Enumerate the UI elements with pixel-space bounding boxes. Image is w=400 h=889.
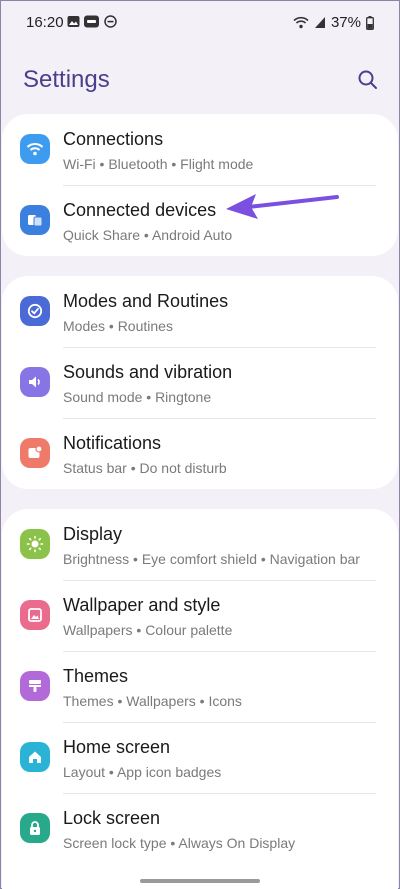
wallpaper-icon-badge [20, 600, 50, 630]
lock-screen-icon-badge [20, 813, 50, 843]
search-icon[interactable] [356, 68, 380, 92]
settings-item-subtitle: Status bar • Do not disturb [63, 460, 227, 476]
brightness-icon [26, 535, 44, 553]
notification-icon [28, 445, 43, 458]
do-not-disturb-icon [104, 15, 117, 28]
settings-item-title: Wallpaper and style [63, 595, 221, 615]
settings-item-subtitle: Brightness • Eye comfort shield • Naviga… [63, 551, 360, 567]
notifications-icon-badge [20, 438, 50, 468]
status-bar: 16:20 37% [0, 0, 400, 44]
settings-item-subtitle: Quick Share • Android Auto [63, 227, 233, 243]
settings-item-title: Modes and Routines [63, 291, 229, 311]
settings-item-title: Home screen [63, 737, 171, 757]
settings-group-modes: Modes and Routines Modes • Routines Soun… [2, 276, 398, 489]
settings-item-title: Sounds and vibration [63, 362, 233, 382]
settings-item-title: Connections [63, 129, 164, 149]
lock-icon [30, 821, 40, 835]
settings-item-subtitle: Screen lock type • Always On Display [63, 835, 296, 851]
page-title: Settings [23, 66, 110, 93]
settings-item-title: Connected devices [63, 200, 217, 220]
settings-item-title: Display [63, 524, 123, 544]
settings-item-themes[interactable]: Themes Themes • Wallpapers • Icons [2, 651, 398, 722]
settings-item-connected-devices[interactable]: Connected devices Quick Share • Android … [2, 185, 398, 256]
home-icon [29, 751, 41, 763]
image-icon [67, 16, 80, 27]
settings-item-subtitle: Sound mode • Ringtone [63, 389, 212, 405]
themes-icon [29, 680, 41, 692]
status-time: 16:20 [26, 14, 64, 31]
settings-item-title: Notifications [63, 433, 162, 453]
home-indicator[interactable] [140, 879, 260, 883]
check-circle-icon [27, 303, 43, 319]
status-right: 37% [293, 14, 374, 31]
display-icon-badge [20, 529, 50, 559]
connected-devices-icon-badge [20, 205, 50, 235]
signal-icon [314, 17, 325, 28]
wifi-icon [26, 143, 44, 156]
settings-item-connections[interactable]: Connections Wi-Fi • Bluetooth • Flight m… [2, 114, 398, 185]
settings-item-title: Lock screen [63, 808, 161, 828]
wallpaper-icon [28, 608, 42, 622]
speaker-icon [29, 376, 40, 388]
settings-item-subtitle: Themes • Wallpapers • Icons [63, 693, 242, 709]
settings-item-title: Themes [63, 666, 129, 686]
pay-icon [84, 15, 99, 28]
settings-item-notifications[interactable]: Notifications Status bar • Do not distur… [2, 418, 398, 489]
sounds-icon-badge [20, 367, 50, 397]
settings-item-subtitle: Layout • App icon badges [63, 764, 222, 780]
settings-group-connectivity: Connections Wi-Fi • Bluetooth • Flight m… [2, 114, 398, 256]
settings-item-display[interactable]: Display Brightness • Eye comfort shield … [2, 509, 398, 580]
settings-item-home-screen[interactable]: Home screen Layout • App icon badges [2, 722, 398, 793]
settings-item-modes-and-routines[interactable]: Modes and Routines Modes • Routines [2, 276, 398, 347]
settings-item-sounds-and-vibration[interactable]: Sounds and vibration Sound mode • Ringto… [2, 347, 398, 418]
settings-group-display: Display Brightness • Eye comfort shield … [2, 509, 398, 889]
modes-icon-badge [20, 296, 50, 326]
settings-item-subtitle: Wallpapers • Colour palette [63, 622, 233, 638]
wifi-icon [293, 16, 309, 29]
themes-icon-badge [20, 671, 50, 701]
connections-icon-badge [20, 134, 50, 164]
settings-item-subtitle: Modes • Routines [63, 318, 173, 334]
devices-icon [28, 215, 43, 227]
battery-percent: 37% [330, 14, 361, 31]
settings-item-lock-screen[interactable]: Lock screen Screen lock type • Always On… [2, 793, 398, 864]
settings-item-subtitle: Wi-Fi • Bluetooth • Flight mode [63, 156, 254, 172]
battery-icon [366, 15, 374, 30]
home-screen-icon-badge [20, 742, 50, 772]
settings-item-wallpaper-and-style[interactable]: Wallpaper and style Wallpapers • Colour … [2, 580, 398, 651]
